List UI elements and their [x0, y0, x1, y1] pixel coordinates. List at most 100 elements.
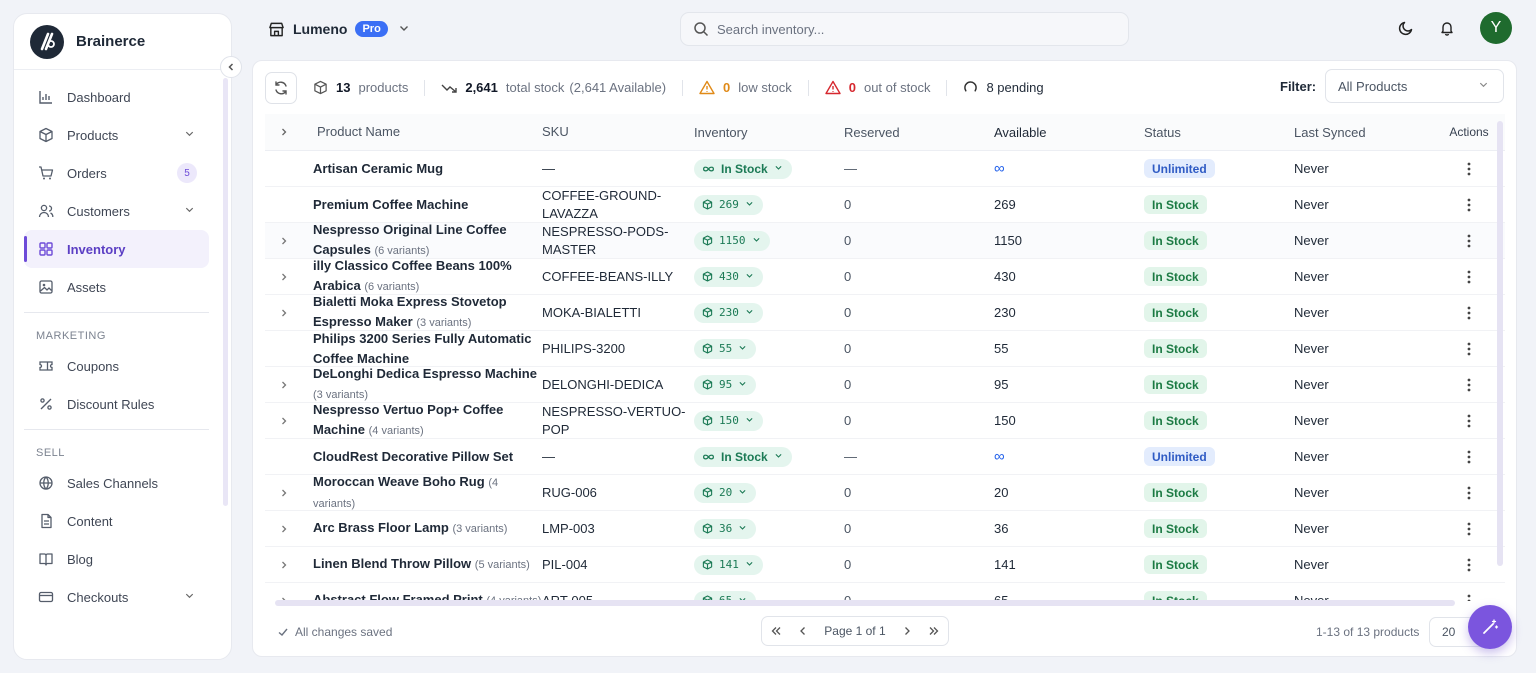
product-name[interactable]: Artisan Ceramic Mug [303, 159, 542, 179]
table-row[interactable]: Bialetti Moka Express Stovetop Espresso … [265, 292, 1505, 333]
ai-assistant-button[interactable] [1468, 605, 1512, 649]
store-switcher[interactable]: Lumeno Pro [268, 18, 410, 40]
expand-row-button[interactable] [265, 380, 303, 390]
row-actions-button[interactable] [1434, 306, 1504, 320]
sidebar-item-orders[interactable]: Orders 5 [24, 154, 209, 192]
sidebar-item-coupons[interactable]: Coupons [24, 347, 209, 385]
product-name[interactable]: Premium Coffee Machine [303, 195, 542, 215]
expand-row-button[interactable] [265, 524, 303, 534]
product-name[interactable]: Bialetti Moka Express Stovetop Espresso … [303, 292, 542, 333]
notifications-button[interactable] [1437, 18, 1457, 38]
sidebar-item-assets[interactable]: Assets [24, 268, 209, 306]
inventory-value: In Stock [721, 449, 768, 464]
inventory-dropdown[interactable]: 430 [694, 266, 763, 287]
inventory-dropdown[interactable]: 55 [694, 338, 757, 359]
sidebar-item-customers[interactable]: Customers [24, 192, 209, 230]
table-vertical-scrollbar[interactable] [1497, 121, 1503, 566]
product-name[interactable]: Arc Brass Floor Lamp (3 variants) [303, 518, 542, 539]
product-name[interactable]: Philips 3200 Series Fully Automatic Coff… [303, 329, 542, 369]
inventory-dropdown[interactable]: 141 [694, 554, 763, 575]
status-cell: In Stock [1144, 339, 1294, 358]
search-input[interactable] [717, 21, 1097, 37]
search-bar[interactable] [680, 12, 1129, 46]
header-status[interactable]: Status [1144, 125, 1294, 140]
row-actions-button[interactable] [1434, 162, 1504, 176]
inventory-dropdown[interactable]: 20 [694, 482, 757, 503]
table-row[interactable]: Premium Coffee Machine COFFEE-GROUND-LAVA… [265, 187, 1505, 223]
product-name[interactable]: Nespresso Vertuo Pop+ Coffee Machine (4 … [303, 400, 542, 441]
row-actions-button[interactable] [1434, 558, 1504, 572]
table-row[interactable]: Philips 3200 Series Fully Automatic Coff… [265, 331, 1505, 367]
product-name[interactable]: CloudRest Decorative Pillow Set [303, 447, 542, 467]
inventory-dropdown[interactable]: In Stock [694, 446, 792, 467]
sidebar-item-blog[interactable]: Blog [24, 540, 209, 578]
refresh-button[interactable] [265, 71, 297, 104]
inventory-dropdown[interactable]: 95 [694, 374, 757, 395]
inventory-dropdown[interactable]: 1150 [694, 230, 770, 251]
header-inventory[interactable]: Inventory [694, 125, 844, 140]
table-row[interactable]: CloudRest Decorative Pillow Set — In Stock… [265, 439, 1505, 475]
product-name[interactable]: Moroccan Weave Boho Rug (4 variants) [303, 472, 542, 514]
expand-row-button[interactable] [265, 236, 303, 246]
table-row[interactable]: illy Classico Coffee Beans 100% Arabica … [265, 256, 1505, 297]
inventory-cell: In Stock [694, 158, 844, 179]
row-actions-button[interactable] [1434, 414, 1504, 428]
expand-row-button[interactable] [265, 416, 303, 426]
inventory-dropdown[interactable]: 269 [694, 194, 763, 215]
table-row[interactable]: Abstract Flow Framed Print (4 variants) A… [265, 583, 1505, 601]
table-row[interactable]: DeLonghi Dedica Espresso Machine (3 vari… [265, 364, 1505, 405]
row-actions-button[interactable] [1434, 522, 1504, 536]
collapse-sidebar-button[interactable] [220, 56, 242, 78]
product-name[interactable]: Nespresso Original Line Coffee Capsules … [303, 220, 542, 261]
row-actions-button[interactable] [1434, 270, 1504, 284]
inventory-dropdown[interactable]: 36 [694, 518, 757, 539]
sidebar-item-content[interactable]: Content [24, 502, 209, 540]
sidebar-scrollbar[interactable] [223, 78, 228, 506]
last-page-button[interactable] [928, 624, 940, 639]
sidebar-item-inventory[interactable]: Inventory [24, 230, 209, 268]
table-horizontal-scrollbar[interactable] [275, 600, 1455, 606]
row-actions-button[interactable] [1434, 342, 1504, 356]
expand-row-button[interactable] [265, 560, 303, 570]
first-page-button[interactable] [770, 624, 782, 639]
table-row[interactable]: Moroccan Weave Boho Rug (4 variants) RUG-… [265, 472, 1505, 514]
expand-row-button[interactable] [265, 488, 303, 498]
row-actions-button[interactable] [1434, 378, 1504, 392]
inventory-dropdown[interactable]: In Stock [694, 158, 792, 179]
inventory-dropdown[interactable]: 150 [694, 410, 763, 431]
row-actions-button[interactable] [1434, 450, 1504, 464]
table-row[interactable]: Nespresso Vertuo Pop+ Coffee Machine (4 … [265, 400, 1505, 441]
product-name[interactable]: Linen Blend Throw Pillow (5 variants) [303, 554, 542, 575]
table-row[interactable]: Linen Blend Throw Pillow (5 variants) PIL… [265, 547, 1505, 583]
row-actions-button[interactable] [1434, 234, 1504, 248]
header-reserved[interactable]: Reserved [844, 125, 994, 140]
sidebar-item-dashboard[interactable]: Dashboard [24, 78, 209, 116]
header-last-synced[interactable]: Last Synced [1294, 125, 1434, 140]
prev-page-button[interactable] [798, 624, 808, 639]
table-row[interactable]: Nespresso Original Line Coffee Capsules … [265, 220, 1505, 261]
sidebar-item-checkouts[interactable]: Checkouts [24, 578, 209, 616]
sidebar-item-sales-channels[interactable]: Sales Channels [24, 464, 209, 502]
header-available[interactable]: Available [994, 125, 1144, 140]
filter-select[interactable]: All Products [1325, 69, 1504, 103]
brand[interactable]: Brainerce [14, 14, 231, 70]
product-name[interactable]: DeLonghi Dedica Espresso Machine (3 vari… [303, 364, 542, 405]
last-synced-cell: Never [1294, 485, 1329, 500]
next-page-button[interactable] [902, 624, 912, 639]
theme-toggle-button[interactable] [1396, 18, 1416, 38]
header-sku[interactable]: SKU [542, 123, 694, 141]
table-row[interactable]: Artisan Ceramic Mug — In Stock — ∞ Unlimited N… [265, 151, 1505, 187]
user-avatar[interactable]: Y [1480, 12, 1512, 44]
row-actions-button[interactable] [1434, 486, 1504, 500]
sidebar-item-discount-rules[interactable]: Discount Rules [24, 385, 209, 423]
row-actions-button[interactable] [1434, 198, 1504, 212]
expand-row-button[interactable] [265, 308, 303, 318]
sidebar-item-products[interactable]: Products [24, 116, 209, 154]
expand-all-button[interactable] [265, 127, 303, 137]
header-product-name[interactable]: Product Name [303, 122, 542, 142]
table-row[interactable]: Arc Brass Floor Lamp (3 variants) LMP-003… [265, 511, 1505, 547]
product-name[interactable]: illy Classico Coffee Beans 100% Arabica … [303, 256, 542, 297]
products-label: products [358, 80, 409, 95]
inventory-dropdown[interactable]: 230 [694, 302, 763, 323]
expand-row-button[interactable] [265, 272, 303, 282]
